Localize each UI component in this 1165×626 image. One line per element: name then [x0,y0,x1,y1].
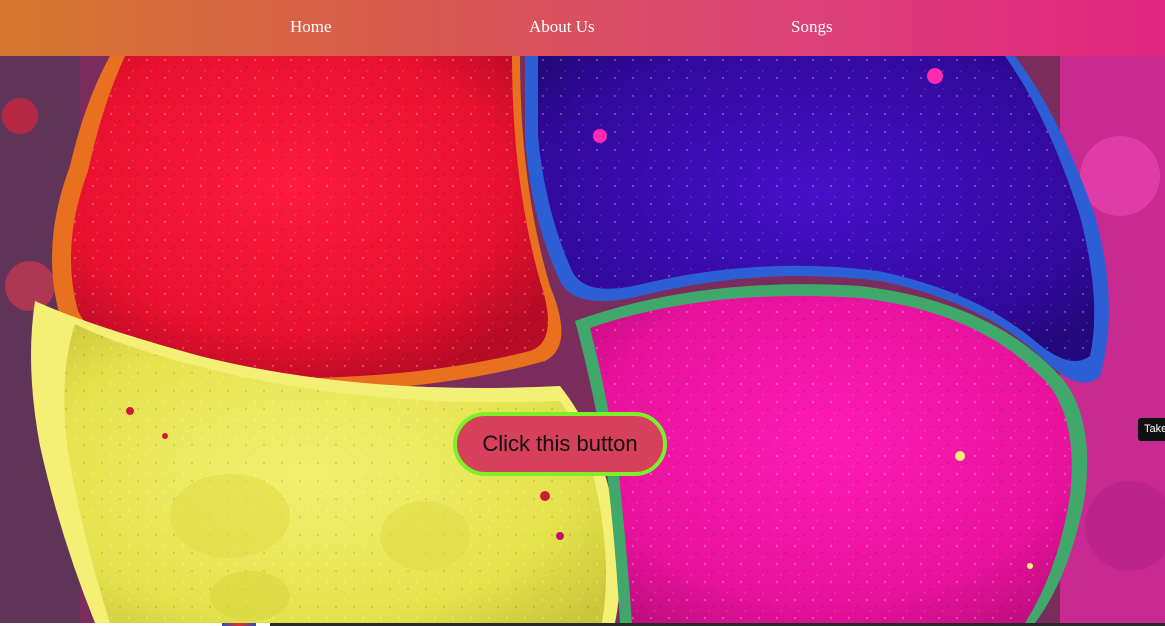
top-navbar: Home About Us Songs [0,0,1165,56]
nav-link-songs[interactable]: Songs [791,17,833,37]
holi-colors-photo [0,56,1165,623]
edge-tooltip[interactable]: Take [1138,418,1165,441]
nav-link-about-us[interactable]: About Us [529,17,595,37]
nav-link-home[interactable]: Home [290,17,332,37]
click-this-button[interactable]: Click this button [453,412,667,476]
hero-background-image: Click this button [0,56,1165,623]
